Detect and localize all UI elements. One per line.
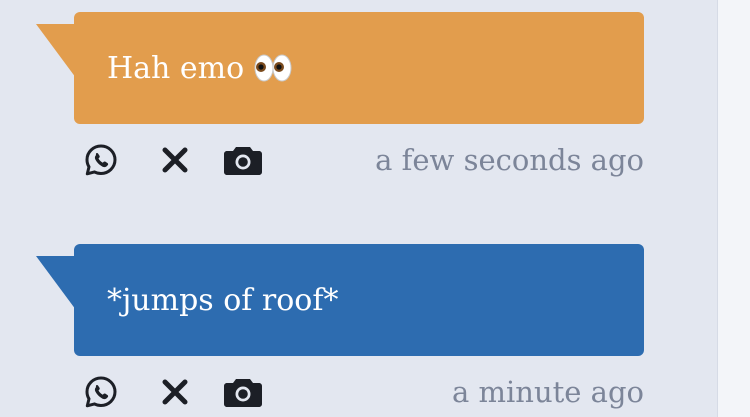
message-actions: a minute ago xyxy=(82,374,644,410)
eyes-emoji xyxy=(254,53,292,83)
message-actions: a few seconds ago xyxy=(82,142,644,178)
message-timestamp: a few seconds ago xyxy=(375,143,644,177)
message-bubble: Hah emo xyxy=(74,12,644,124)
message-text: Hah emo xyxy=(107,50,245,86)
message-text: *jumps of roof* xyxy=(107,282,339,318)
whatsapp-icon[interactable] xyxy=(82,142,120,178)
camera-icon[interactable] xyxy=(224,142,262,178)
bubble-tail xyxy=(36,256,76,310)
message-timestamp: a minute ago xyxy=(452,375,644,409)
close-icon[interactable] xyxy=(156,142,194,178)
camera-icon[interactable] xyxy=(224,374,262,410)
bubble-tail xyxy=(36,24,76,78)
close-icon[interactable] xyxy=(156,374,194,410)
right-scroll-gutter xyxy=(717,0,750,417)
whatsapp-icon[interactable] xyxy=(82,374,120,410)
message-bubble: *jumps of roof* xyxy=(74,244,644,356)
